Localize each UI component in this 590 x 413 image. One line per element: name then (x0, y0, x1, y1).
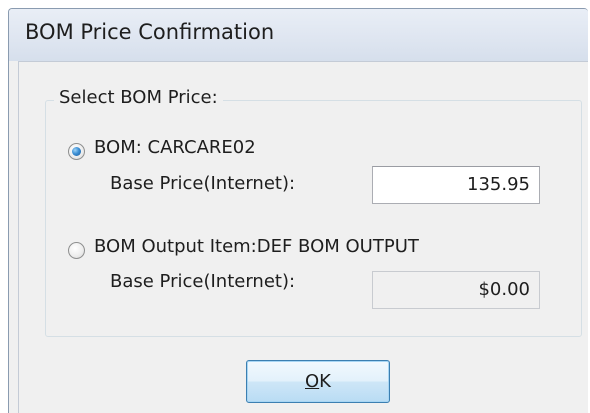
bom-base-price-label: Base Price(Internet): (110, 173, 296, 194)
output-item-base-price-field: $0.00 (372, 271, 540, 309)
bom-option-label[interactable]: BOM: CARCARE02 (94, 137, 256, 158)
dialog-title: BOM Price Confirmation (25, 20, 275, 44)
groupbox-title: Select BOM Price: (54, 87, 223, 108)
output-item-base-price-label: Base Price(Internet): (110, 271, 296, 292)
radio-selected-dot (72, 147, 81, 156)
bom-radio-button[interactable] (68, 143, 85, 160)
bom-output-item-radio-button[interactable] (68, 242, 85, 259)
bom-output-item-option-label[interactable]: BOM Output Item:DEF BOM OUTPUT (94, 236, 419, 257)
ok-button[interactable]: OK (246, 360, 390, 403)
dialog-client-area: Select BOM Price: BOM: CARCARE02 Base Pr… (18, 61, 588, 413)
bom-base-price-field[interactable]: 135.95 (372, 166, 540, 204)
bom-price-confirmation-dialog: BOM Price Confirmation Select BOM Price:… (8, 8, 588, 413)
ok-button-label-rest: K (319, 371, 331, 392)
ok-mnemonic-letter: O (305, 371, 320, 392)
title-bar[interactable]: BOM Price Confirmation (9, 9, 588, 61)
